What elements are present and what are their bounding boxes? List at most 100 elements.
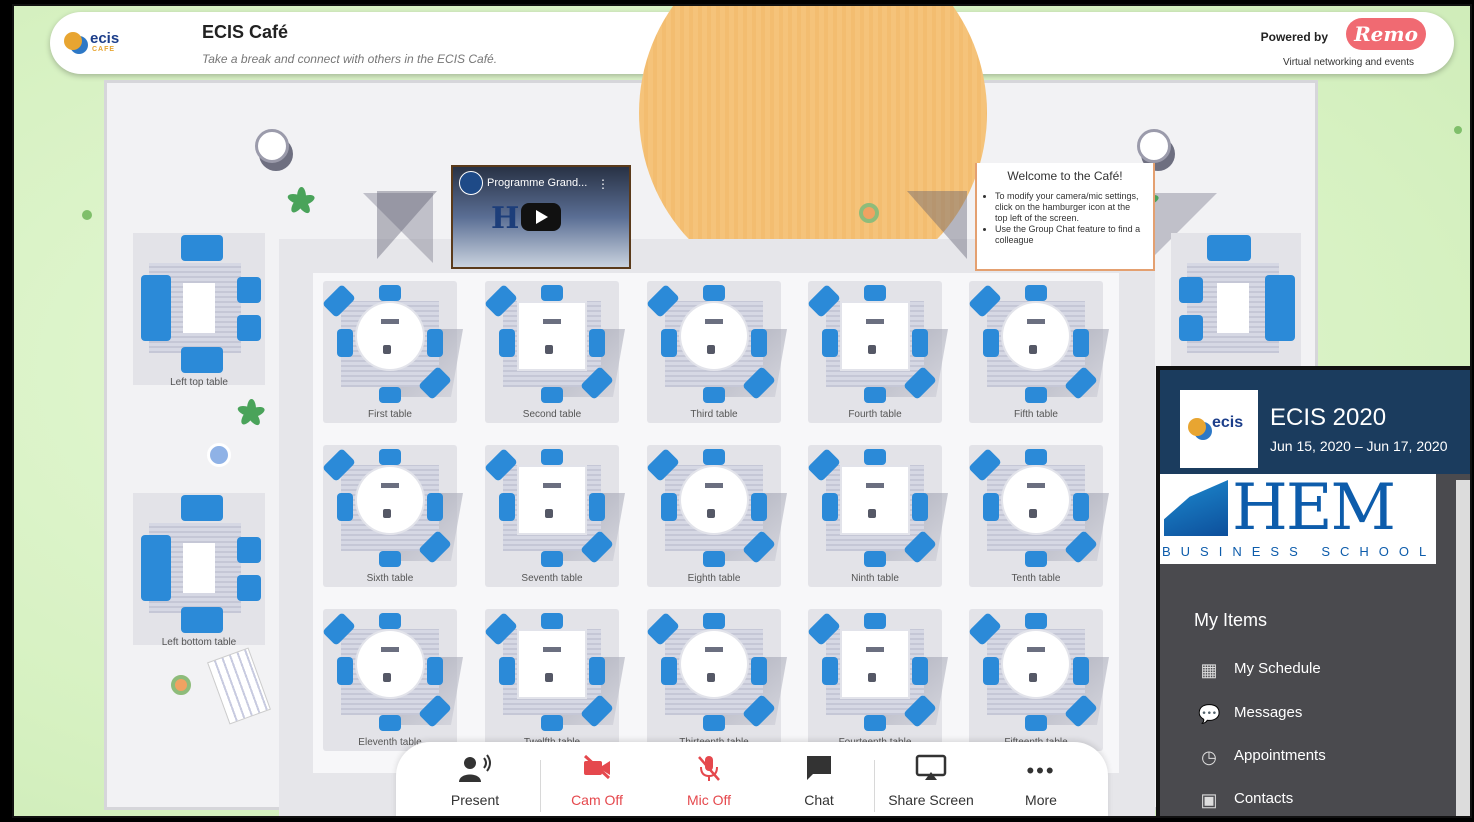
seat-marker-icon[interactable]	[171, 675, 191, 695]
camera-off-label: Cam Off	[571, 792, 623, 808]
more-button[interactable]: ••• More	[986, 754, 1096, 816]
welcome-board: Welcome to the Café! To modify your came…	[975, 163, 1155, 271]
bottom-toolbar: Present Cam Off Mic Off Chat Share Scree…	[396, 742, 1108, 816]
powered-by-label: Powered by	[1260, 30, 1328, 44]
lamp-icon	[255, 129, 289, 163]
cafe-table[interactable]: Seventh table	[484, 445, 625, 589]
hem-sponsor-banner[interactable]: HEM BUSINESS SCHOOL	[1160, 474, 1436, 564]
cafe-table[interactable]: Fifth table	[968, 281, 1109, 425]
video-title: Programme Grand...	[487, 177, 588, 189]
share-screen-icon	[876, 754, 986, 788]
table-label: Third table	[690, 409, 738, 420]
cafe-table[interactable]: Third table	[646, 281, 787, 425]
seat-marker-icon[interactable]	[859, 203, 879, 223]
ecis-cafe-logo: ecis CAFE	[64, 28, 124, 58]
more-dots-icon: •••	[1026, 758, 1056, 783]
cafe-table[interactable]: Eighth table	[646, 445, 787, 589]
contact-card-icon: ▣	[1200, 790, 1218, 810]
my-items-heading: My Items	[1194, 610, 1268, 630]
mic-off-button[interactable]: Mic Off	[654, 754, 764, 816]
mic-off-label: Mic Off	[686, 792, 732, 808]
screen-shadow	[377, 191, 437, 259]
cafe-table[interactable]: Ninth table	[807, 445, 948, 589]
event-name: ECIS 2020	[1270, 404, 1387, 431]
youtube-video-player[interactable]: Programme Grand... ⋮ H M	[451, 165, 631, 269]
menu-item-label: Contacts	[1234, 790, 1294, 807]
cafe-table[interactable]: Tenth table	[968, 445, 1109, 589]
chat-bubbles-icon: 💬	[1198, 704, 1221, 724]
table-label: Eighth table	[687, 573, 741, 584]
table-label: Fifth table	[1014, 409, 1058, 420]
event-sidebar: ecis ECIS 2020 Jun 15, 2020 – Jun 17, 20…	[1156, 366, 1470, 816]
video-menu-icon[interactable]: ⋮	[597, 177, 609, 191]
remo-logo[interactable]: Remo	[1346, 18, 1426, 50]
welcome-heading: Welcome to the Café!	[1007, 169, 1123, 183]
table-label: Sixth table	[366, 573, 414, 584]
play-button[interactable]	[521, 203, 561, 231]
table-label: Tenth table	[1011, 573, 1061, 584]
menu-item-appointments[interactable]: ◷ Appointments	[1198, 743, 1438, 773]
hem-wordmark: HEM	[1232, 474, 1396, 545]
camera-off-icon	[542, 754, 652, 788]
logo-subtext: CAFE	[92, 46, 116, 53]
chat-button[interactable]: Chat	[764, 754, 874, 816]
share-screen-label: Share Screen	[888, 792, 974, 808]
table-label: Seventh table	[521, 573, 583, 584]
right-top-table[interactable]	[1171, 233, 1301, 385]
menu-item-messages[interactable]: 💬 Messages	[1198, 700, 1438, 730]
cafe-table[interactable]: Thirteenth table	[646, 609, 787, 753]
camera-off-button[interactable]: Cam Off	[542, 754, 652, 816]
cafe-table[interactable]: First table	[322, 281, 463, 425]
toolbar-divider	[874, 760, 875, 812]
page-subtitle: Take a break and connect with others in …	[202, 52, 498, 66]
menu-item-my-schedule[interactable]: ▦ My Schedule	[1198, 656, 1438, 686]
cafe-floor: Left top table Left bottom table Program…	[104, 6, 1318, 816]
table-label: Ninth table	[851, 573, 899, 584]
lamp-icon	[1137, 129, 1171, 163]
garden-dot	[1454, 126, 1462, 134]
welcome-item: To modify your camera/mic settings, clic…	[995, 191, 1145, 224]
cafe-table[interactable]: Second table	[484, 281, 625, 425]
event-dates: Jun 15, 2020 – Jun 17, 2020	[1270, 438, 1448, 454]
left-bottom-table[interactable]: Left bottom table	[133, 493, 265, 648]
ecis-logo: ecis	[1180, 390, 1258, 468]
cafe-table[interactable]: Fourth table	[807, 281, 948, 425]
plant-icon	[283, 183, 319, 219]
page-title: ECIS Café	[202, 22, 289, 42]
logo-text: ecis	[90, 30, 120, 47]
event-header-block: ecis ECIS 2020 Jun 15, 2020 – Jun 17, 20…	[1160, 370, 1470, 474]
calendar-clock-icon: ◷	[1201, 747, 1217, 767]
toolbar-divider	[540, 760, 541, 812]
left-top-table[interactable]: Left top table	[133, 233, 265, 388]
hem-swoosh-icon	[1164, 480, 1228, 536]
cafe-table[interactable]: Sixth table	[322, 445, 463, 589]
more-label: More	[1025, 792, 1057, 808]
table-label: Left bottom table	[161, 637, 237, 648]
menu-item-label: Appointments	[1234, 747, 1326, 764]
panel-scrollbar[interactable]	[1456, 480, 1470, 816]
board-shadow	[907, 191, 967, 259]
chat-icon	[764, 754, 874, 788]
channel-logo-icon	[459, 171, 483, 195]
plant-icon	[233, 395, 269, 431]
keypad-icon	[207, 647, 271, 725]
table-label: Second table	[522, 409, 582, 420]
share-screen-button[interactable]: Share Screen	[876, 754, 986, 816]
remo-tagline: Virtual networking and events	[1282, 57, 1414, 68]
present-button[interactable]: Present	[420, 754, 530, 816]
cafe-table[interactable]: Twelfth table	[484, 609, 625, 753]
hem-subtitle: BUSINESS SCHOOL	[1162, 544, 1436, 559]
table-label: First table	[368, 409, 412, 420]
cafe-table[interactable]: Fourteenth table	[807, 609, 948, 753]
menu-item-contacts[interactable]: ▣ Contacts	[1198, 786, 1438, 816]
present-label: Present	[450, 792, 500, 808]
chat-label: Chat	[804, 792, 834, 808]
mic-off-icon	[654, 754, 764, 788]
cafe-table[interactable]: Eleventh table	[322, 609, 463, 753]
presenter-icon	[420, 754, 530, 788]
calendar-plus-icon: ▦	[1200, 660, 1218, 680]
garden-dot	[82, 210, 92, 220]
cafe-table[interactable]: Fifteenth table	[968, 609, 1109, 753]
welcome-item: Use the Group Chat feature to find a col…	[995, 224, 1145, 246]
menu-item-label: My Schedule	[1234, 660, 1321, 677]
